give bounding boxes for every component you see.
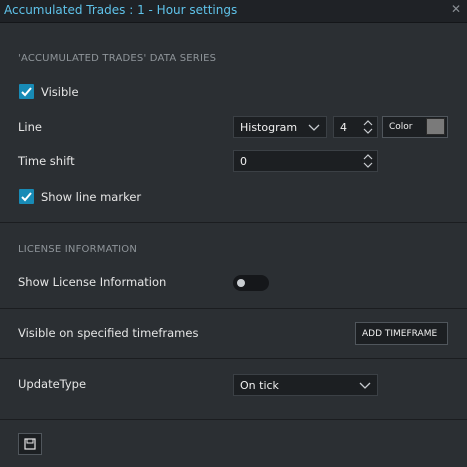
save-button[interactable] xyxy=(18,433,42,455)
time-shift-value: 0 xyxy=(240,155,247,168)
add-timeframe-label: ADD TIMEFRAME xyxy=(362,329,438,339)
update-type-label: UpdateType xyxy=(18,377,87,391)
chevron-down-icon xyxy=(308,124,320,131)
show-license-toggle[interactable] xyxy=(233,275,269,291)
color-picker-button[interactable]: Color xyxy=(382,116,448,138)
color-label: Color xyxy=(389,122,413,132)
close-icon[interactable]: ✕ xyxy=(451,3,461,15)
divider xyxy=(0,308,467,309)
spinner-arrows-icon[interactable] xyxy=(362,118,374,136)
save-icon xyxy=(24,438,36,450)
line-width-spinner[interactable]: 4 xyxy=(333,116,378,138)
checkmark-icon xyxy=(21,87,32,97)
line-type-value: Histogram xyxy=(240,121,298,134)
time-shift-label: Time shift xyxy=(18,154,75,168)
license-section-label: LICENSE INFORMATION xyxy=(18,244,138,255)
visible-label: Visible xyxy=(41,85,79,99)
divider xyxy=(0,358,467,359)
data-series-section-label: 'ACCUMULATED TRADES' DATA SERIES xyxy=(18,53,217,64)
color-swatch xyxy=(426,118,445,135)
time-shift-spinner[interactable]: 0 xyxy=(233,150,378,172)
divider xyxy=(0,222,467,223)
line-width-value: 4 xyxy=(340,121,347,134)
timeframes-label: Visible on specified timeframes xyxy=(18,326,199,340)
line-type-select[interactable]: Histogram xyxy=(233,116,327,138)
add-timeframe-button[interactable]: ADD TIMEFRAME xyxy=(355,322,448,345)
update-type-value: On tick xyxy=(240,379,279,392)
toggle-knob xyxy=(237,279,245,287)
divider xyxy=(0,419,467,420)
checkmark-icon xyxy=(21,192,32,202)
window-title: Accumulated Trades : 1 - Hour settings xyxy=(4,3,238,17)
line-label: Line xyxy=(18,120,42,134)
show-license-label: Show License Information xyxy=(18,275,167,289)
spinner-arrows-icon[interactable] xyxy=(362,152,374,170)
visible-checkbox[interactable] xyxy=(19,84,34,99)
show-line-marker-checkbox[interactable] xyxy=(19,189,34,204)
title-bar: Accumulated Trades : 1 - Hour settings ✕ xyxy=(0,0,467,23)
show-line-marker-label: Show line marker xyxy=(41,190,142,204)
settings-window: Accumulated Trades : 1 - Hour settings ✕… xyxy=(0,0,467,467)
chevron-down-icon xyxy=(359,382,371,389)
update-type-select[interactable]: On tick xyxy=(233,374,378,396)
